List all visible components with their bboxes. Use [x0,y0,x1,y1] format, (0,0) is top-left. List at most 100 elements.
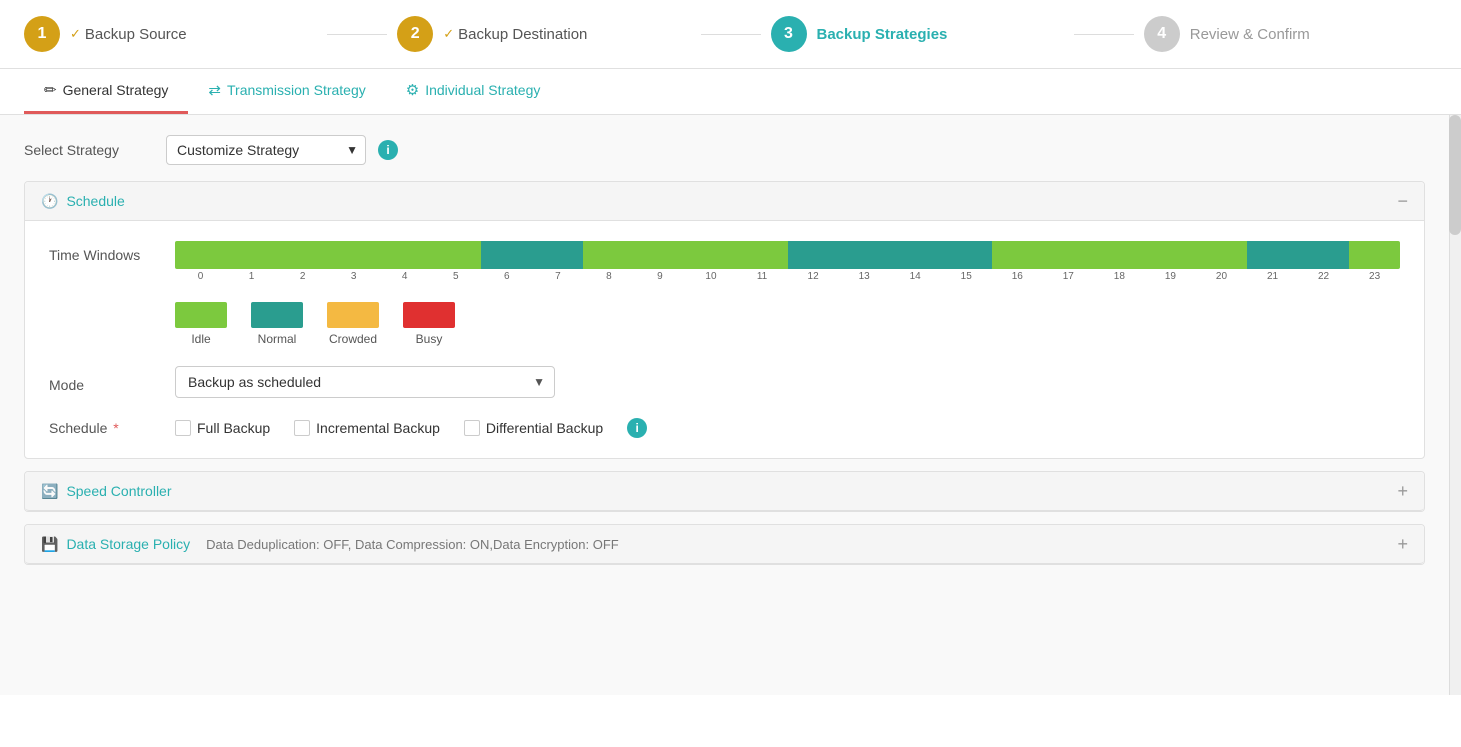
strategy-info-icon[interactable]: i [378,140,398,160]
time-segment-8[interactable] [583,241,634,269]
step-4[interactable]: 4 Review & Confirm [1144,16,1437,52]
legend: IdleNormalCrowdedBusy [175,302,1400,346]
legend-label-crowded: Crowded [329,332,377,346]
full-backup-box[interactable] [175,420,191,436]
time-segment-15[interactable] [941,241,992,269]
time-label-10: 10 [685,271,736,282]
differential-backup-box[interactable] [464,420,480,436]
time-segment-7[interactable] [532,241,583,269]
step-2-circle: 2 [397,16,433,52]
time-segment-1[interactable] [226,241,277,269]
step-divider-1 [327,34,387,35]
pencil-icon: ✏ [44,81,57,99]
legend-label-normal: Normal [258,332,297,346]
schedule-panel-title-text: Schedule [66,193,124,209]
backup-type-checkboxes: Full Backup Incremental Backup Different… [175,418,647,438]
time-label-21: 21 [1247,271,1298,282]
time-segment-12[interactable] [788,241,839,269]
time-label-13: 13 [839,271,890,282]
step-1-check: ✓ [70,26,81,42]
data-storage-panel: 💾 Data Storage Policy Data Deduplication… [24,524,1425,565]
legend-color-normal [251,302,303,328]
time-segment-10[interactable] [685,241,736,269]
time-segment-23[interactable] [1349,241,1400,269]
tab-general-strategy[interactable]: ✏ General Strategy [24,69,188,114]
time-label-12: 12 [788,271,839,282]
time-label-3: 3 [328,271,379,282]
time-segment-19[interactable] [1145,241,1196,269]
time-label-20: 20 [1196,271,1247,282]
time-bar [175,241,1400,269]
step-divider-2 [701,34,761,35]
legend-color-idle [175,302,227,328]
tab-individual-strategy[interactable]: ⚙ Individual Strategy [386,69,561,114]
data-storage-title-text: Data Storage Policy [66,536,190,552]
schedule-field-label: Schedule * [49,420,159,436]
step-divider-3 [1074,34,1134,35]
select-strategy-dropdown-wrapper: Customize Strategy Default Strategy ▼ [166,135,366,165]
time-bar-container: 01234567891011121314151617181920212223 [175,241,1400,282]
time-label-4: 4 [379,271,430,282]
incremental-backup-box[interactable] [294,420,310,436]
speed-controller-title: 🔄 Speed Controller [41,483,172,500]
time-segment-11[interactable] [737,241,788,269]
speed-controller-expand-button[interactable]: + [1397,482,1408,500]
time-segment-5[interactable] [430,241,481,269]
tab-general-label: General Strategy [63,82,169,98]
step-1-label: Backup Source [85,26,187,43]
time-label-1: 1 [226,271,277,282]
time-segment-4[interactable] [379,241,430,269]
time-segment-20[interactable] [1196,241,1247,269]
time-segment-18[interactable] [1094,241,1145,269]
time-segment-14[interactable] [890,241,941,269]
time-segment-21[interactable] [1247,241,1298,269]
stepper: 1 ✓ Backup Source 2 ✓ Backup Destination… [0,0,1461,69]
step-1-number: 1 [38,25,47,43]
time-label-11: 11 [737,271,788,282]
tab-individual-label: Individual Strategy [425,82,540,98]
time-segment-13[interactable] [839,241,890,269]
tab-transmission-label: Transmission Strategy [227,82,366,98]
step-1-circle: 1 [24,16,60,52]
differential-backup-checkbox[interactable]: Differential Backup [464,420,603,436]
step-2-label: Backup Destination [458,26,587,43]
clock-icon: 🕐 [41,193,58,210]
select-strategy-row: Select Strategy Customize Strategy Defau… [24,135,1425,165]
time-label-8: 8 [583,271,634,282]
schedule-panel-collapse-button[interactable]: − [1397,192,1408,210]
time-segment-9[interactable] [634,241,685,269]
time-segment-6[interactable] [481,241,532,269]
mode-dropdown[interactable]: Backup as scheduled Backup immediately B… [175,366,555,398]
time-label-22: 22 [1298,271,1349,282]
step-3-label: Backup Strategies [817,26,948,43]
storage-icon: 💾 [41,536,58,553]
scrollbar[interactable] [1449,115,1461,695]
time-segment-2[interactable] [277,241,328,269]
select-strategy-dropdown[interactable]: Customize Strategy Default Strategy [166,135,366,165]
full-backup-checkbox[interactable]: Full Backup [175,420,270,436]
step-2-number: 2 [411,25,420,43]
time-segment-17[interactable] [1043,241,1094,269]
main-wrapper: Select Strategy Customize Strategy Defau… [24,135,1437,565]
schedule-info-icon[interactable]: i [627,418,647,438]
legend-item-busy: Busy [403,302,455,346]
step-1[interactable]: 1 ✓ Backup Source [24,16,317,52]
time-segment-16[interactable] [992,241,1043,269]
tab-transmission-strategy[interactable]: ⇄ Transmission Strategy [188,69,385,114]
select-strategy-label: Select Strategy [24,142,154,158]
schedule-panel-header: 🕐 Schedule − [25,182,1424,221]
tabs-bar: ✏ General Strategy ⇄ Transmission Strate… [0,69,1461,115]
time-segment-22[interactable] [1298,241,1349,269]
legend-item-normal: Normal [251,302,303,346]
data-storage-expand-button[interactable]: + [1397,535,1408,553]
schedule-panel-title: 🕐 Schedule [41,193,125,210]
time-segment-0[interactable] [175,241,226,269]
step-3[interactable]: 3 Backup Strategies [771,16,1064,52]
scrollbar-thumb[interactable] [1449,115,1461,235]
time-label-19: 19 [1145,271,1196,282]
differential-backup-label: Differential Backup [486,420,603,436]
time-segment-3[interactable] [328,241,379,269]
incremental-backup-checkbox[interactable]: Incremental Backup [294,420,440,436]
step-2[interactable]: 2 ✓ Backup Destination [397,16,690,52]
mode-label: Mode [49,371,159,393]
